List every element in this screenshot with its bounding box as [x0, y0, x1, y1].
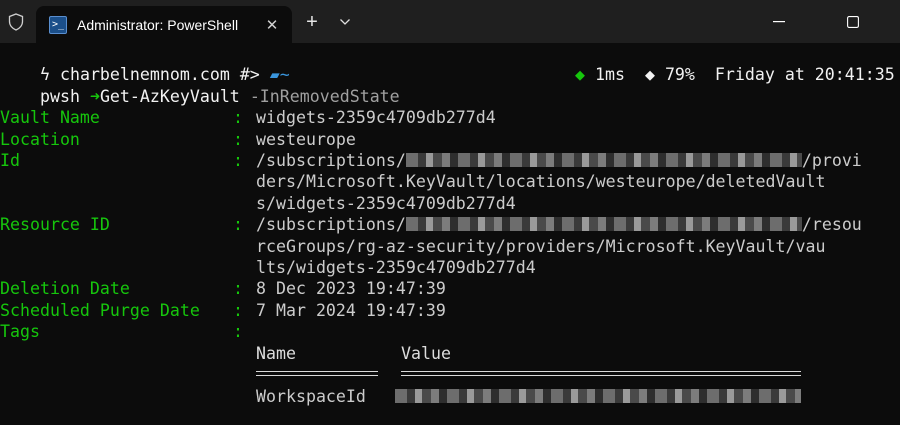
- tab-title: Administrator: PowerShell: [77, 16, 239, 33]
- command-line[interactable]: pwsh ➜Get-AzKeyVault -InRemovedState: [0, 64, 400, 106]
- powershell-icon: >_: [49, 15, 67, 34]
- minimize-button[interactable]: [756, 0, 802, 43]
- value-purge-date: 7 Mar 2024 19:47:39: [256, 300, 446, 320]
- colon: :: [233, 215, 243, 235]
- colon: :: [233, 300, 243, 320]
- prompt-clock: Friday at 20:41:35: [714, 65, 895, 85]
- value-resource-id-line1: /subscriptions/ /resou: [256, 214, 862, 235]
- value-vault-name: widgets-2359c4709db277d4: [256, 108, 496, 128]
- command-text: Get-AzKeyVault: [99, 86, 240, 106]
- colon: :: [233, 322, 243, 342]
- value-deletion-date: 8 Dec 2023 19:47:39: [256, 279, 446, 299]
- shield-icon[interactable]: [6, 12, 26, 32]
- prompt-battery: 79%: [664, 65, 695, 85]
- value-id-line1: /subscriptions/ /provi: [256, 150, 862, 171]
- terminal-pane[interactable]: ϟ charbelnemnom.com #> ▰~ ◆ 1ms ◆ 79% Fr…: [0, 43, 900, 425]
- colon: :: [233, 279, 243, 299]
- value-resource-id-line3: lts/widgets-2359c4709db277d4: [256, 258, 536, 277]
- redacted-subscription-id: [405, 217, 802, 232]
- id-suffix: /provi: [801, 151, 862, 170]
- value-id-line2: ders/Microsoft.KeyVault/locations/westeu…: [256, 172, 826, 192]
- arrow-icon: ➜: [89, 86, 100, 106]
- redacted-workspace-id: [395, 389, 801, 403]
- colon: :: [233, 108, 243, 128]
- timer-icon: ◆: [574, 65, 585, 85]
- tags-name-underline: [256, 371, 378, 376]
- colon: :: [233, 129, 243, 149]
- value-resource-id-line2: rceGroups/rg-az-security/providers/Micro…: [256, 236, 826, 256]
- tags-header-value: Value: [401, 344, 451, 363]
- label-purge-date: Scheduled Purge Date: [0, 300, 200, 320]
- label-resource-id: Resource ID: [0, 215, 110, 235]
- shell-name: pwsh: [39, 86, 80, 106]
- title-bar: >_ Administrator: PowerShell ✕ +: [0, 0, 900, 43]
- label-vault-name: Vault Name: [0, 108, 100, 128]
- command-param: -InRemovedState: [249, 86, 400, 106]
- rid-prefix: /subscriptions/: [256, 215, 406, 235]
- value-location: westeurope: [256, 129, 356, 149]
- chevron-down-icon[interactable]: [333, 11, 357, 33]
- tab-powershell[interactable]: >_ Administrator: PowerShell ✕: [36, 6, 292, 43]
- tags-header-name: Name: [256, 344, 296, 363]
- label-location: Location: [0, 129, 80, 149]
- close-tab-icon[interactable]: ✕: [258, 16, 286, 34]
- redacted-subscription-id: [405, 153, 802, 167]
- label-tags: Tags: [0, 322, 40, 342]
- new-tab-button[interactable]: +: [300, 11, 324, 33]
- maximize-button[interactable]: [830, 0, 876, 43]
- value-id-line3: s/widgets-2359c4709db277d4: [256, 193, 516, 213]
- prompt-timing: 1ms: [594, 65, 625, 85]
- label-id: Id: [0, 151, 20, 170]
- label-deletion-date: Deletion Date: [0, 279, 130, 299]
- tag-value-row: [395, 386, 801, 407]
- colon: :: [233, 151, 243, 170]
- id-prefix: /subscriptions/: [256, 151, 406, 170]
- tags-value-underline: [401, 371, 801, 376]
- rid-suffix: /resou: [801, 215, 862, 235]
- battery-icon: ◆: [644, 65, 655, 85]
- tag-name: WorkspaceId: [256, 387, 366, 406]
- prompt-status: ◆ 1ms ◆ 79% Friday at 20:41:35: [535, 43, 895, 84]
